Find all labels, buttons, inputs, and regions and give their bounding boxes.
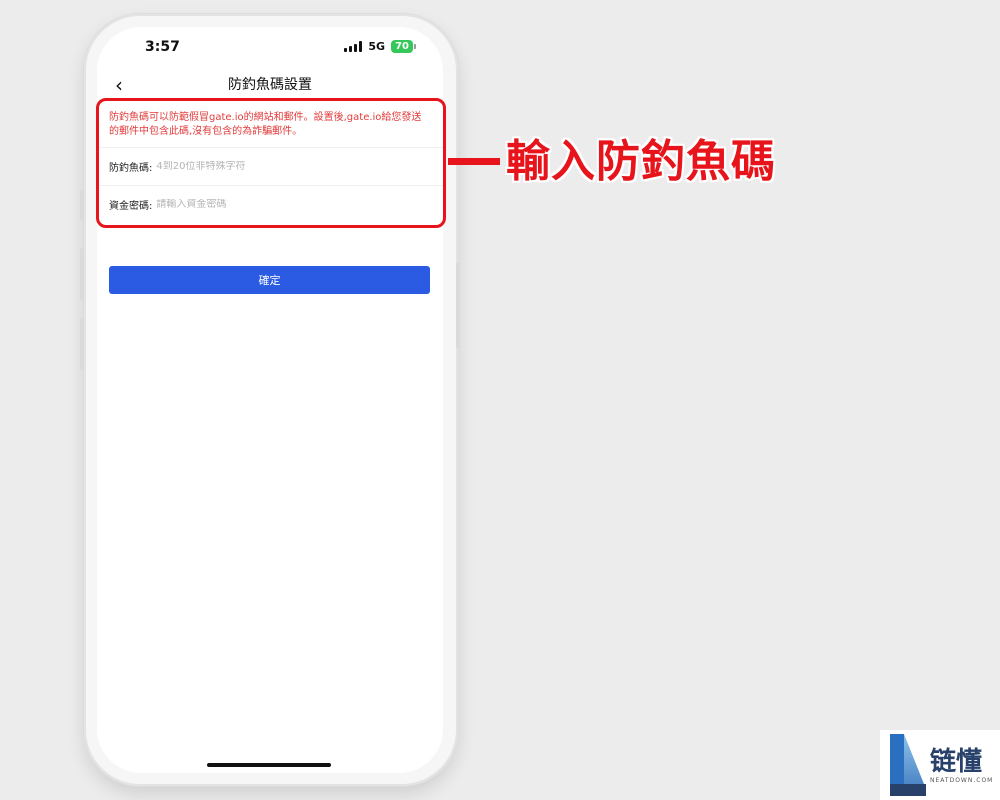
logo-domain: NEATDOWN.COM xyxy=(930,776,994,784)
status-time: 3:57 xyxy=(145,39,180,55)
status-indicators: 5G 70 xyxy=(344,40,416,53)
logo-icon xyxy=(884,732,926,798)
logo-name: 链懂 xyxy=(930,746,983,777)
nav-bar: 防釣魚碼設置 ‹ xyxy=(97,71,443,99)
home-indicator xyxy=(207,763,331,767)
callout-line xyxy=(448,158,500,165)
volume-down-button xyxy=(80,318,84,370)
watermark-logo: 链懂 NEATDOWN.COM xyxy=(880,730,1000,800)
battery-icon: 70 xyxy=(391,40,416,53)
confirm-button[interactable]: 確定 xyxy=(109,266,430,294)
callout-text: 輸入防釣魚碼 xyxy=(506,136,776,187)
chevron-left-icon[interactable]: ‹ xyxy=(115,71,123,99)
status-bar: 3:57 5G 70 xyxy=(97,37,443,59)
logo-text: 链懂 NEATDOWN.COM xyxy=(930,747,993,784)
page-title: 防釣魚碼設置 xyxy=(228,77,312,93)
network-type: 5G xyxy=(368,40,386,53)
signal-icon xyxy=(344,41,363,52)
highlight-box xyxy=(96,98,446,228)
power-button xyxy=(456,262,460,348)
volume-up-button xyxy=(80,248,84,300)
mute-switch xyxy=(80,190,84,220)
